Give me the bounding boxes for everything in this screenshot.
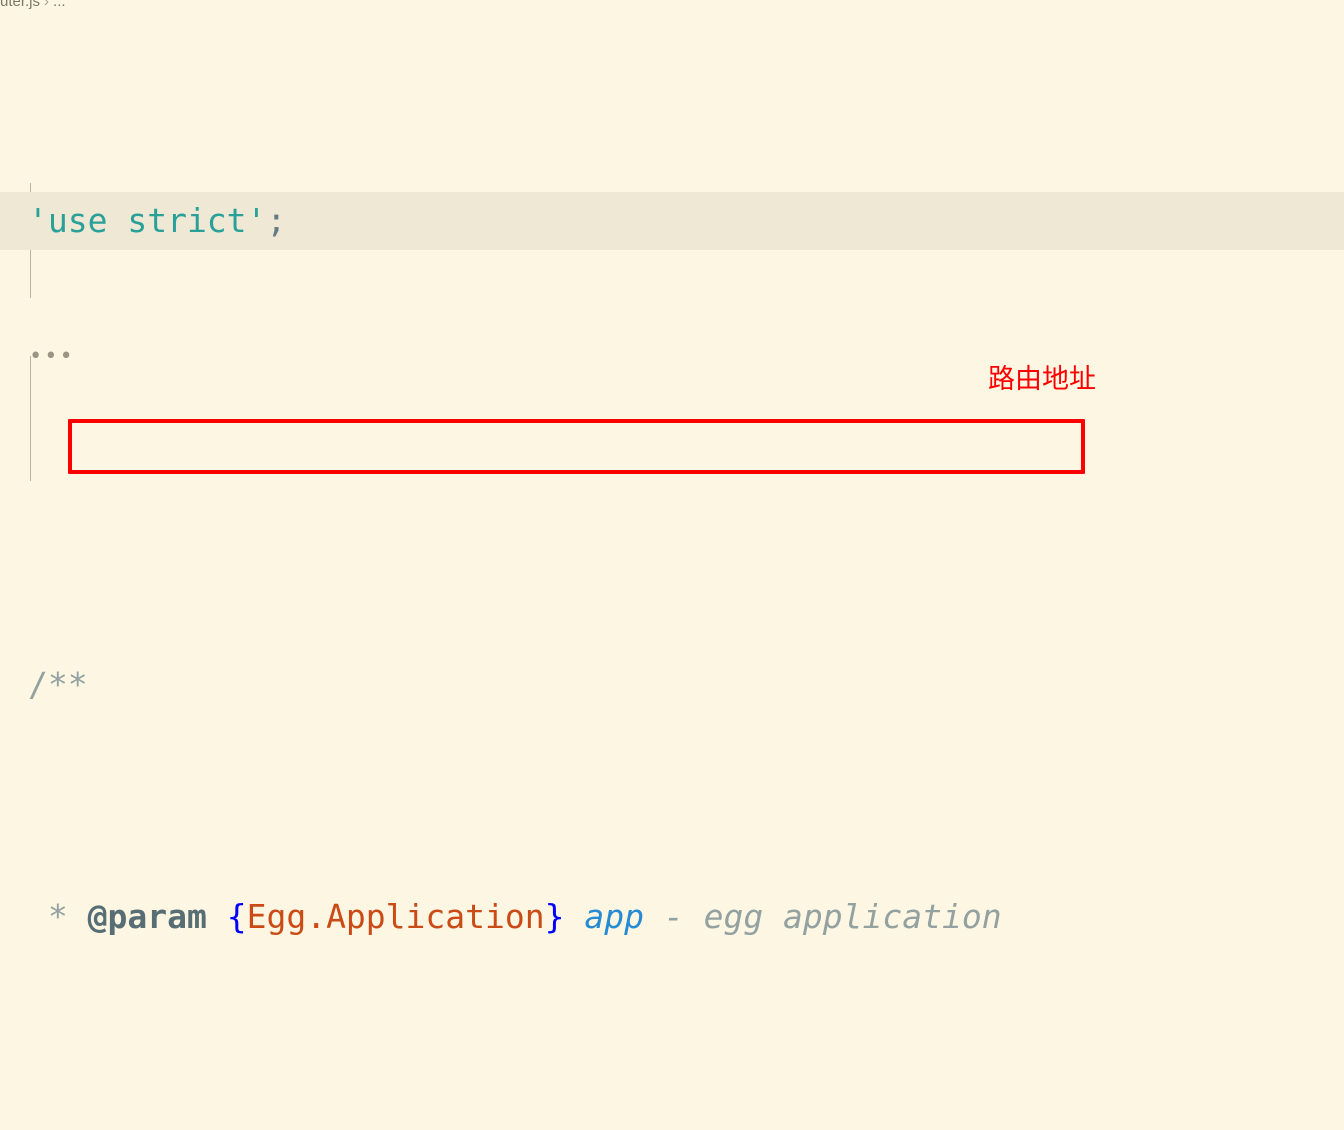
token-semicolon: ; [266, 201, 287, 240]
breadcrumb-separator-icon: › [44, 0, 50, 10]
code-content[interactable]: 'use strict'; /** * @param {Egg.Applicat… [0, 18, 1344, 1130]
code-editor[interactable]: uter.js ›... ••• 'use strict'; /** * @par… [0, 0, 1344, 1130]
token-jsdoc-description: - egg application [663, 897, 1002, 936]
token-jsdoc-tag-param: @param [87, 897, 207, 936]
breadcrumb[interactable]: uter.js ›... [0, 0, 66, 12]
breadcrumb-overflow[interactable]: ... [53, 0, 66, 10]
code-line-3[interactable]: /** [0, 656, 1344, 714]
code-line-1[interactable]: 'use strict'; [0, 192, 1344, 250]
code-line-4[interactable]: * @param {Egg.Application} app - egg app… [0, 888, 1344, 946]
token-jsdoc-param-name: app [584, 897, 644, 936]
token-use-strict-string: 'use strict' [28, 201, 267, 240]
token-type-brace-open: { [226, 897, 247, 936]
breadcrumb-file[interactable]: uter.js [0, 0, 40, 10]
code-fold-indicator[interactable]: ••• [29, 346, 75, 368]
token-jsdoc-star: * [47, 897, 68, 936]
token-type-brace-close: } [544, 897, 565, 936]
token-jsdoc-open: /** [28, 665, 88, 704]
token-jsdoc-close: */ [48, 1129, 88, 1130]
route-address-annotation: 路由地址 [988, 364, 1096, 395]
code-line-5[interactable]: */ [0, 1120, 1344, 1130]
token-jsdoc-type: Egg.Application [246, 897, 545, 936]
code-line-2[interactable] [0, 424, 1344, 482]
